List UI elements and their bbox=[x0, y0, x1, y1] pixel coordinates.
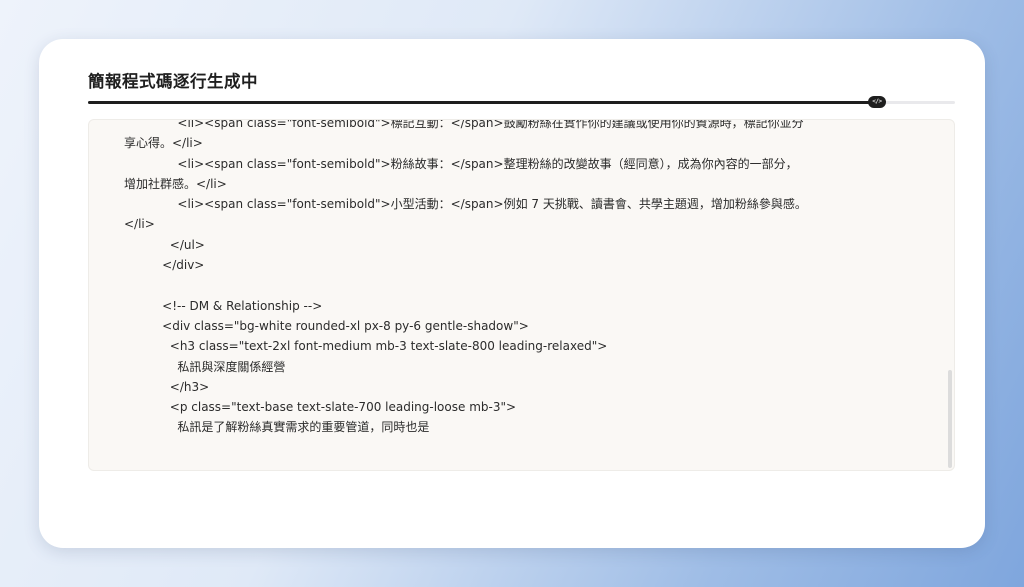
code-line: <li><span class="font-semibold">標記互動：</s… bbox=[124, 119, 804, 130]
code-generation-dialog: 簡報程式碼逐行生成中 </> <li><span class="font-sem… bbox=[39, 39, 985, 548]
code-icon: </> bbox=[867, 96, 886, 108]
code-line: 私訊是了解粉絲真實需求的重要管道，同時也是 bbox=[124, 420, 430, 435]
code-panel[interactable]: <li><span class="font-semibold">標記互動：</s… bbox=[88, 119, 955, 471]
code-scrollbar[interactable] bbox=[948, 370, 952, 468]
code-line: <div class="bg-white rounded-xl px-8 py-… bbox=[124, 318, 529, 333]
progress-fill bbox=[88, 101, 877, 104]
code-line: 享心得。</li> bbox=[124, 136, 203, 151]
code-line: <p class="text-base text-slate-700 leadi… bbox=[124, 400, 517, 415]
code-line: 增加社群感。</li> bbox=[124, 176, 227, 191]
code-line: <li><span class="font-semibold">粉絲故事：</s… bbox=[124, 156, 798, 171]
code-line: <h3 class="text-2xl font-medium mb-3 tex… bbox=[124, 339, 608, 354]
code-line: <!-- DM & Relationship --> bbox=[124, 298, 323, 313]
code-line: <li><span class="font-semibold">小型活動：</s… bbox=[124, 197, 807, 212]
dialog-title: 簡報程式碼逐行生成中 bbox=[88, 72, 258, 91]
code-block: <li><span class="font-semibold">標記互動：</s… bbox=[124, 119, 919, 438]
code-line: </div> bbox=[124, 258, 205, 273]
code-line: </li> bbox=[124, 217, 155, 232]
code-line: 私訊與深度關係經營 bbox=[124, 359, 286, 374]
progress-bar: </> bbox=[88, 96, 955, 108]
code-line: </h3> bbox=[124, 379, 210, 394]
code-line: </ul> bbox=[124, 237, 205, 252]
